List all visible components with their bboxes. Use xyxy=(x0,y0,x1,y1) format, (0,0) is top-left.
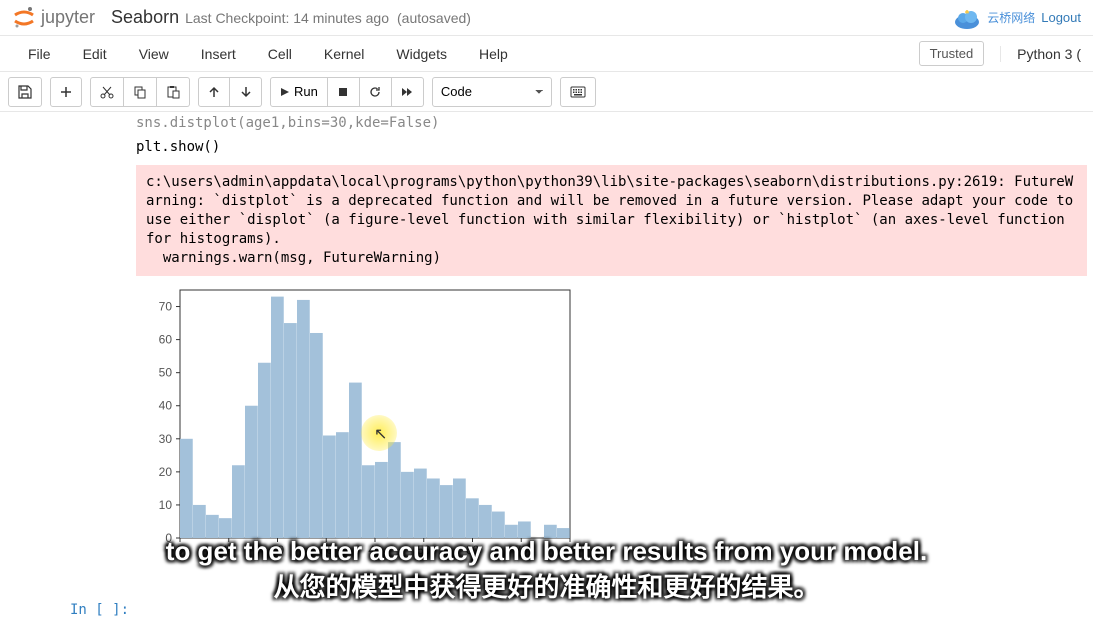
svg-text:0: 0 xyxy=(165,531,172,545)
jupyter-logo-text: jupyter xyxy=(41,7,95,28)
copy-icon xyxy=(133,85,147,99)
cell-type-select[interactable]: Code xyxy=(432,77,552,107)
svg-text:50: 50 xyxy=(417,543,431,557)
menu-help[interactable]: Help xyxy=(463,40,524,68)
restart-run-all-button[interactable] xyxy=(392,77,424,107)
arrow-down-icon xyxy=(240,86,252,98)
menu-insert[interactable]: Insert xyxy=(185,40,252,68)
partner-logo-icon xyxy=(953,4,981,32)
stop-icon xyxy=(338,87,348,97)
jupyter-logo[interactable]: jupyter xyxy=(12,6,95,30)
svg-text:40: 40 xyxy=(368,543,382,557)
fast-forward-icon xyxy=(401,87,413,97)
header: jupyter Seaborn Last Checkpoint: 14 minu… xyxy=(0,0,1093,36)
kernel-name[interactable]: Python 3 ( xyxy=(1000,46,1081,62)
copy-button[interactable] xyxy=(124,77,157,107)
paste-icon xyxy=(166,85,180,99)
header-right: 云桥网络 Logout xyxy=(953,4,1081,32)
trusted-badge[interactable]: Trusted xyxy=(919,41,985,66)
menu-cell[interactable]: Cell xyxy=(252,40,308,68)
svg-text:10: 10 xyxy=(222,543,236,557)
svg-text:50: 50 xyxy=(159,365,173,379)
menu-right: Trusted Python 3 ( xyxy=(919,41,1081,66)
restart-button[interactable] xyxy=(360,77,392,107)
svg-text:60: 60 xyxy=(159,332,173,346)
svg-text:40: 40 xyxy=(159,398,173,412)
plus-icon xyxy=(60,86,72,98)
watermark-text: 云桥网络 xyxy=(987,9,1035,26)
svg-text:0: 0 xyxy=(177,543,184,557)
save-button[interactable] xyxy=(8,77,42,107)
menu-view[interactable]: View xyxy=(123,40,185,68)
toolbar: Run Code xyxy=(0,72,1093,112)
jupyter-icon xyxy=(12,6,36,30)
histogram-chart: 0 10 20 30 40 50 60 70 0 10 20 30 40 50 60 70 80 xyxy=(136,282,576,562)
scissors-icon xyxy=(100,85,114,99)
warning-output: c:\users\admin\appdata\local\programs\py… xyxy=(136,165,1087,275)
svg-text:30: 30 xyxy=(159,431,173,445)
chart-output: 01020304050607001020304050607080 ↖ xyxy=(136,282,1087,562)
arrow-up-icon xyxy=(208,86,220,98)
logout-link[interactable]: Logout xyxy=(1041,10,1081,25)
run-label: Run xyxy=(294,84,318,99)
autosaved-label: (autosaved) xyxy=(397,10,471,26)
play-icon xyxy=(280,87,290,97)
restart-icon xyxy=(369,86,381,98)
svg-text:20: 20 xyxy=(271,543,285,557)
command-palette-button[interactable] xyxy=(560,77,596,107)
code-line: plt.show() xyxy=(6,136,1087,160)
svg-text:60: 60 xyxy=(466,543,480,557)
input-prompt: In [ ]: xyxy=(70,602,129,618)
notebook-name[interactable]: Seaborn xyxy=(111,7,179,28)
svg-text:30: 30 xyxy=(320,543,334,557)
svg-text:70: 70 xyxy=(515,543,529,557)
menubar: File Edit View Insert Cell Kernel Widget… xyxy=(0,36,1093,72)
checkpoint-label: Last Checkpoint: 14 minutes ago xyxy=(185,10,389,26)
cut-button[interactable] xyxy=(90,77,124,107)
move-up-button[interactable] xyxy=(198,77,230,107)
svg-text:70: 70 xyxy=(159,299,173,313)
svg-text:20: 20 xyxy=(159,465,173,479)
code-line-cut: sns.distplot(age1,bins=30,kde=False) xyxy=(6,112,1087,136)
menu-edit[interactable]: Edit xyxy=(67,40,123,68)
menu-widgets[interactable]: Widgets xyxy=(380,40,463,68)
run-button[interactable]: Run xyxy=(270,77,328,107)
add-cell-button[interactable] xyxy=(50,77,82,107)
save-icon xyxy=(18,85,32,99)
notebook-area[interactable]: sns.distplot(age1,bins=30,kde=False) plt… xyxy=(0,112,1093,626)
menu-kernel[interactable]: Kernel xyxy=(308,40,380,68)
paste-button[interactable] xyxy=(157,77,190,107)
stop-button[interactable] xyxy=(328,77,360,107)
svg-text:80: 80 xyxy=(563,543,576,557)
keyboard-icon xyxy=(570,86,586,98)
move-down-button[interactable] xyxy=(230,77,262,107)
svg-text:10: 10 xyxy=(159,498,173,512)
menu-file[interactable]: File xyxy=(12,40,67,68)
